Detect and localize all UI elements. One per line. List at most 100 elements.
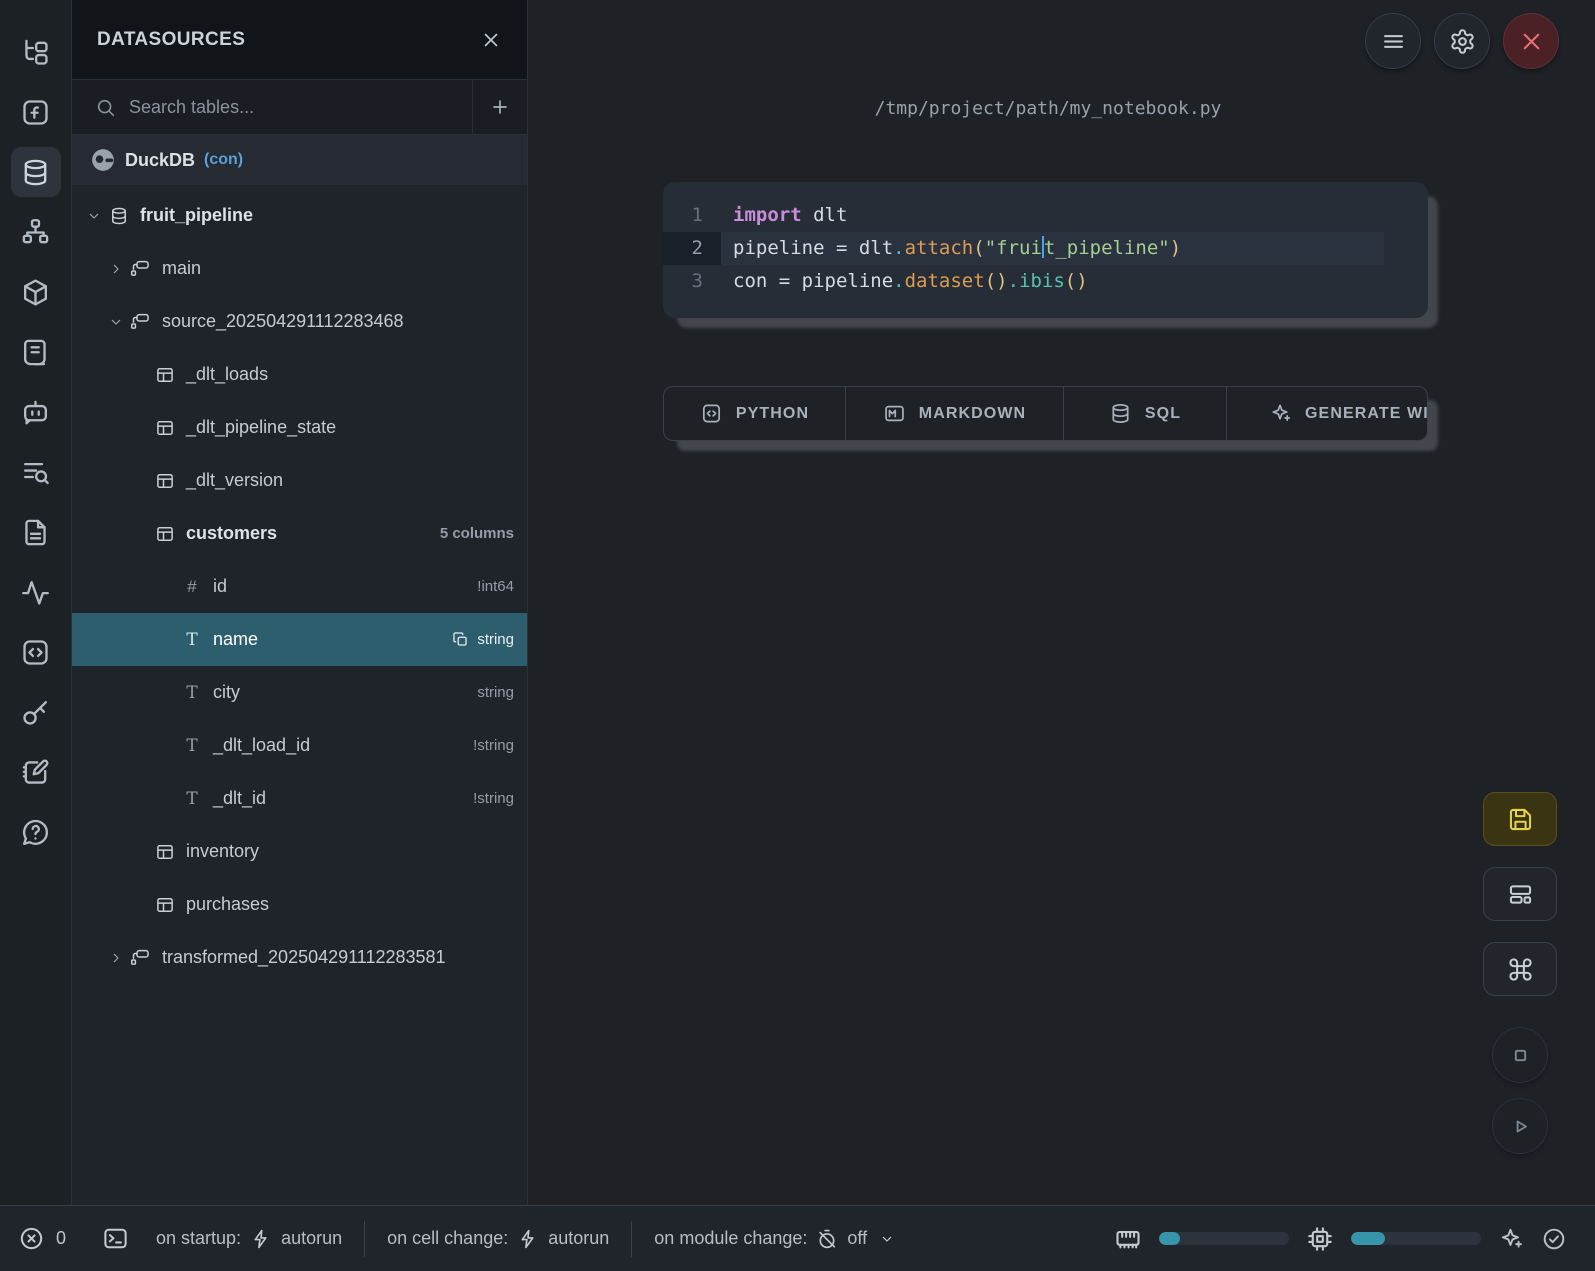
notebook-pen-icon	[20, 757, 51, 788]
menu-button[interactable]	[1365, 13, 1421, 69]
zap-icon	[250, 1228, 272, 1250]
tree-row-inventory[interactable]: inventory	[72, 825, 527, 878]
tree-row-_dlt_load_id[interactable]: T_dlt_load_id!string	[72, 719, 527, 772]
key-icon	[20, 697, 51, 728]
tree-item-meta: !string	[473, 790, 514, 807]
setting-label: on startup:	[156, 1228, 241, 1249]
keyboard-shortcuts-button[interactable]	[1483, 942, 1557, 996]
run-cell-button[interactable]	[1492, 1098, 1548, 1154]
sparkles-icon	[1269, 402, 1292, 425]
save-button[interactable]	[1483, 792, 1557, 846]
sidebar-item-scratchpad[interactable]	[11, 627, 61, 677]
layout-button[interactable]	[1483, 867, 1557, 921]
tree-row-main[interactable]: main	[72, 242, 527, 295]
tree-row-purchases[interactable]: purchases	[72, 878, 527, 931]
panel-title: DATASOURCES	[97, 29, 245, 51]
add-cell-sql-button[interactable]: SQL	[1064, 387, 1227, 440]
add-cell-markdown-button[interactable]: MARKDOWN	[846, 387, 1064, 440]
connection-row-duckdb[interactable]: DuckDB (con)	[72, 135, 527, 185]
string-type-icon: T	[182, 683, 202, 703]
connection-variable: (con)	[204, 151, 243, 169]
cpu-usage-meter	[1351, 1232, 1481, 1245]
add-cell-python-button[interactable]: PYTHON	[664, 387, 846, 440]
divider	[631, 1221, 632, 1257]
sidebar-item-logs[interactable]	[11, 447, 61, 497]
string-type-icon: T	[182, 789, 202, 809]
ai-assistant-button[interactable]	[1498, 1226, 1524, 1252]
function-square-icon	[20, 97, 51, 128]
resource-meters	[1114, 1225, 1567, 1253]
tree-row-name[interactable]: Tnamestring	[72, 613, 527, 666]
add-cell-label: GENERATE WITH AI	[1305, 405, 1427, 423]
sidebar-item-tracing[interactable]	[11, 567, 61, 617]
box-icon	[20, 277, 51, 308]
file-tree-icon	[20, 37, 51, 68]
sidebar-item-notebook[interactable]	[11, 747, 61, 797]
sidebar-item-secrets[interactable]	[11, 687, 61, 737]
settings-icon	[1449, 28, 1476, 55]
error-count-button[interactable]: 0	[18, 1225, 66, 1252]
code-cell[interactable]: 1import dlt2pipeline = dlt.attach("fruit…	[663, 182, 1428, 318]
close-icon	[480, 29, 502, 51]
line-number: 3	[663, 265, 721, 298]
table-icon	[155, 418, 175, 438]
settings-button[interactable]	[1434, 13, 1490, 69]
table-icon	[155, 471, 175, 491]
close-icon	[1518, 28, 1545, 55]
tree-row-transformed_202504291112283581[interactable]: transformed_202504291112283581	[72, 931, 527, 984]
tree-row-id[interactable]: #id!int64	[72, 560, 527, 613]
status-bar: 0 on startup:autorun on cell change:autoru…	[0, 1205, 1595, 1271]
sidebar-item-snippets[interactable]	[11, 327, 61, 377]
sidebar-item-dependencies[interactable]	[11, 207, 61, 257]
command-icon	[1507, 956, 1534, 983]
code-line: 1import dlt	[663, 199, 1428, 232]
timer-off-icon	[816, 1228, 838, 1250]
add-cell-bar: PYTHONMARKDOWNSQL GENERATE WITH AI	[663, 386, 1428, 441]
setting-label: on module change:	[654, 1228, 807, 1249]
notebook-path: /tmp/project/path/my_notebook.py	[663, 98, 1433, 119]
copy-icon	[452, 631, 469, 648]
terminal-button[interactable]	[102, 1225, 129, 1252]
sidebar-item-documentation[interactable]	[11, 507, 61, 557]
tree-row-customers[interactable]: customers5 columns	[72, 507, 527, 560]
panel-header: DATASOURCES	[72, 0, 527, 80]
schema-icon	[131, 312, 151, 332]
cpu-icon	[1306, 1225, 1334, 1253]
code-sm-icon	[700, 402, 723, 425]
sidebar-item-variables[interactable]	[11, 87, 61, 137]
tree-row-_dlt_pipeline_state[interactable]: _dlt_pipeline_state	[72, 401, 527, 454]
tree-row-fruit_pipeline[interactable]: fruit_pipeline	[72, 189, 527, 242]
on-cell-change-setting-button[interactable]: on cell change:autorun	[387, 1228, 609, 1250]
bot-icon	[20, 397, 51, 428]
search-row	[72, 80, 527, 135]
close-app-button[interactable]	[1503, 13, 1559, 69]
sidebar-item-help[interactable]	[11, 807, 61, 857]
sidebar-item-file-explorer[interactable]	[11, 27, 61, 77]
tree-item-label: main	[162, 258, 201, 279]
tree-row-_dlt_loads[interactable]: _dlt_loads	[72, 348, 527, 401]
close-panel-button[interactable]	[480, 29, 502, 51]
add-datasource-button[interactable]	[472, 80, 527, 134]
sidebar-item-packages[interactable]	[11, 267, 61, 317]
datasources-panel: DATASOURCES DuckDB (con) fruit_pipelinem…	[72, 0, 528, 1205]
on-startup-setting-button[interactable]: on startup:autorun	[156, 1228, 342, 1250]
tree-row-_dlt_id[interactable]: T_dlt_id!string	[72, 772, 527, 825]
sidebar-item-datasources[interactable]	[11, 147, 61, 197]
string-type-icon: T	[182, 630, 202, 650]
stop-kernel-button[interactable]	[1492, 1027, 1548, 1083]
add-cell-generate-with-ai-button[interactable]: GENERATE WITH AI	[1227, 387, 1427, 440]
window-controls	[1365, 13, 1559, 69]
kernel-status-button[interactable]	[1541, 1226, 1567, 1252]
list-search-icon	[20, 457, 51, 488]
chevron-down-icon	[879, 1231, 895, 1247]
on-module-change-setting-button[interactable]: on module change:off	[654, 1228, 895, 1250]
tree-row-source_202504291112283468[interactable]: source_202504291112283468	[72, 295, 527, 348]
table-icon	[155, 365, 175, 385]
sidebar-item-chat[interactable]	[11, 387, 61, 437]
tree-row-_dlt_version[interactable]: _dlt_version	[72, 454, 527, 507]
tree-row-city[interactable]: Tcitystring	[72, 666, 527, 719]
tree-item-meta: string	[477, 684, 514, 701]
search-input[interactable]	[129, 97, 472, 118]
chevron-right-icon	[108, 950, 124, 966]
schema-icon	[131, 948, 151, 968]
